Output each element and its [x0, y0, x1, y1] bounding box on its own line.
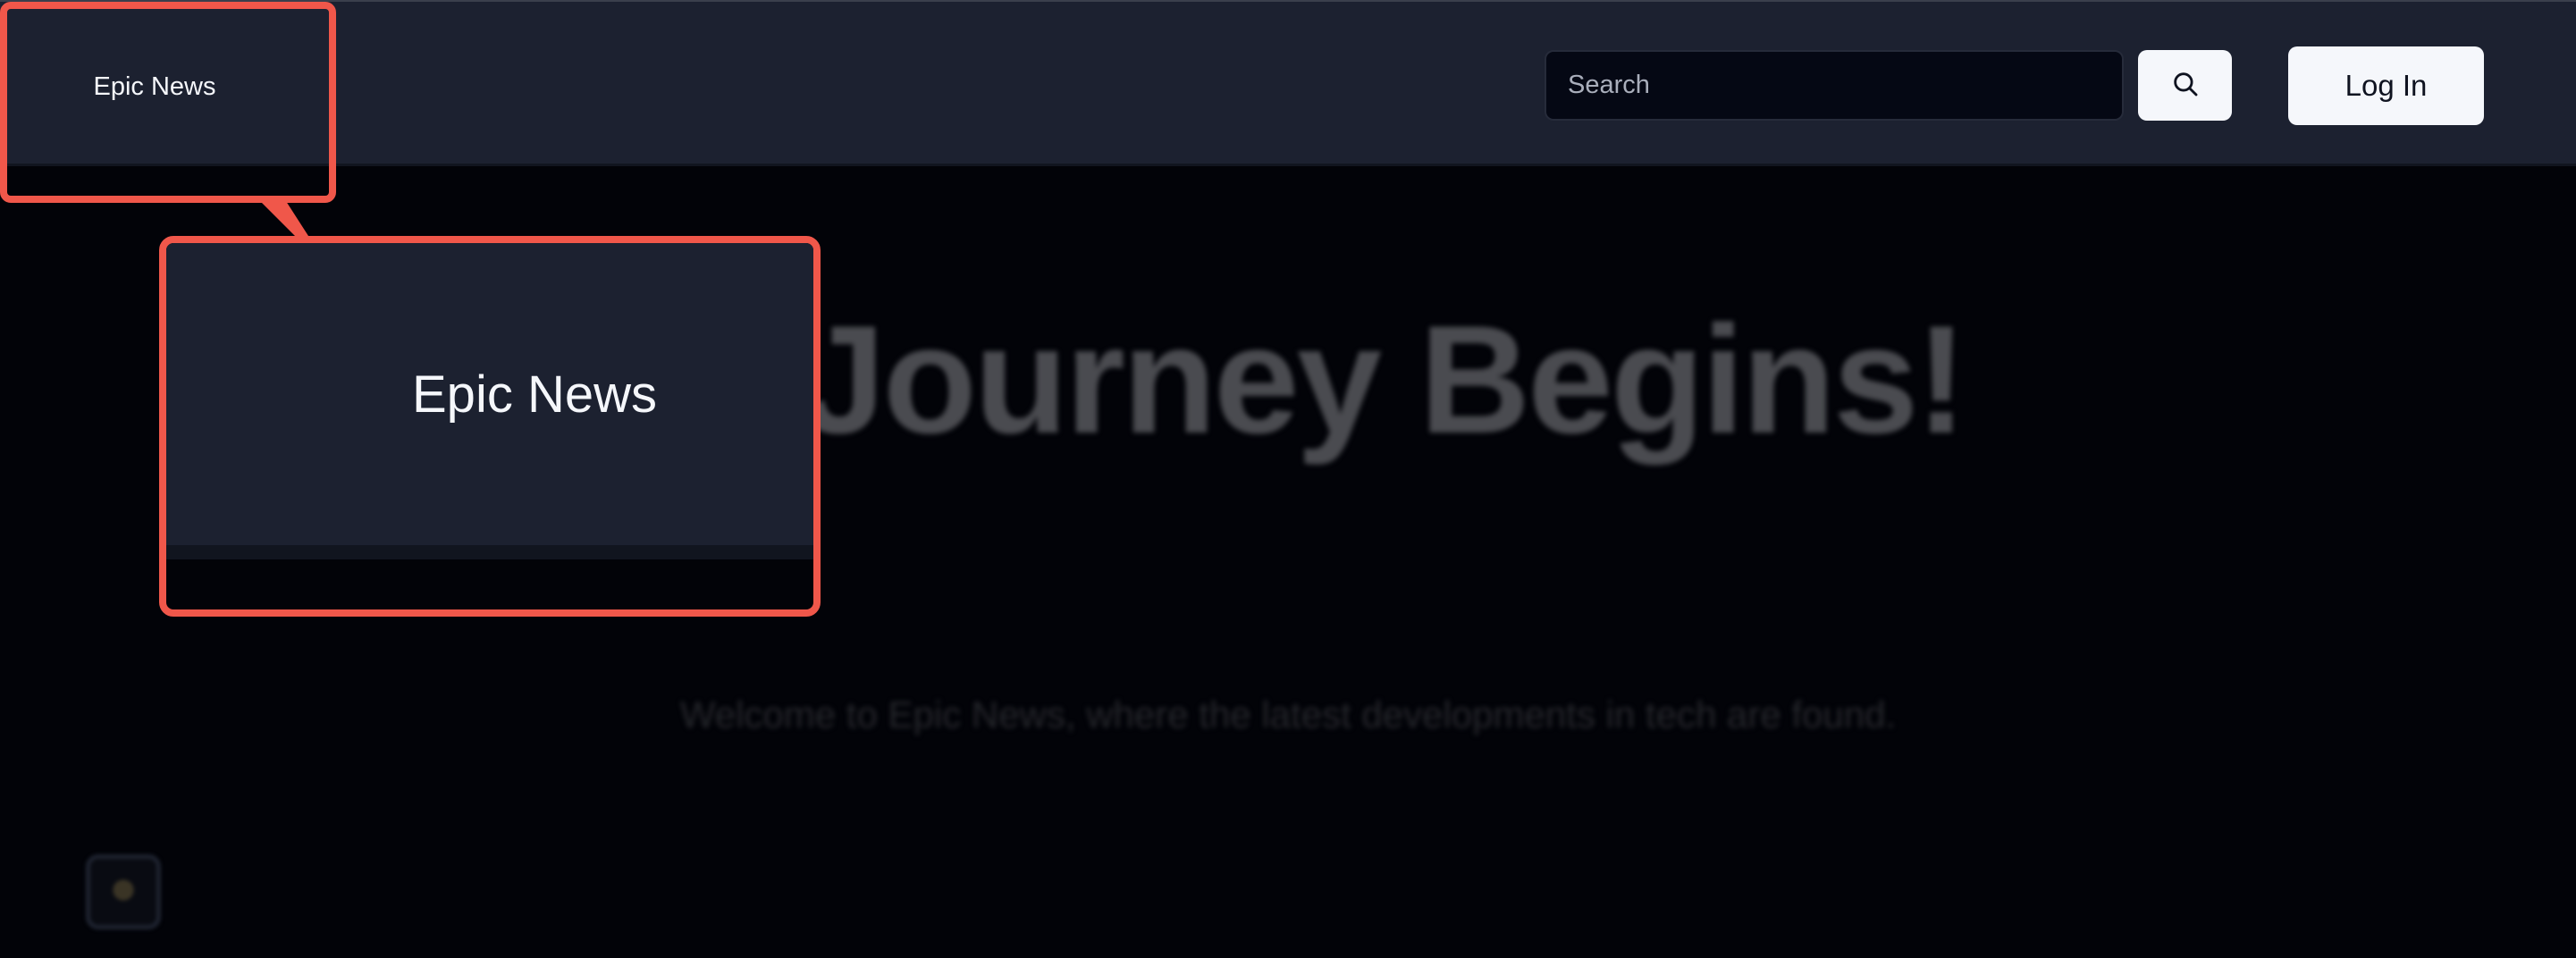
theme-toggle-button[interactable] — [86, 854, 161, 929]
search-input[interactable] — [1545, 50, 2124, 121]
search-button[interactable] — [2138, 50, 2232, 121]
theme-toggle-icon — [105, 872, 141, 912]
login-button[interactable]: Log In — [2288, 46, 2484, 125]
hero-subtitle: Welcome to Epic News, where the latest d… — [679, 693, 1897, 735]
zoom-callout: Epic News — [159, 236, 821, 617]
site-header: Epic News Log In — [0, 0, 2576, 166]
search-icon — [2170, 69, 2201, 102]
logo-link[interactable]: Epic News — [50, 55, 259, 118]
zoom-logo-text: Epic News — [412, 365, 657, 424]
